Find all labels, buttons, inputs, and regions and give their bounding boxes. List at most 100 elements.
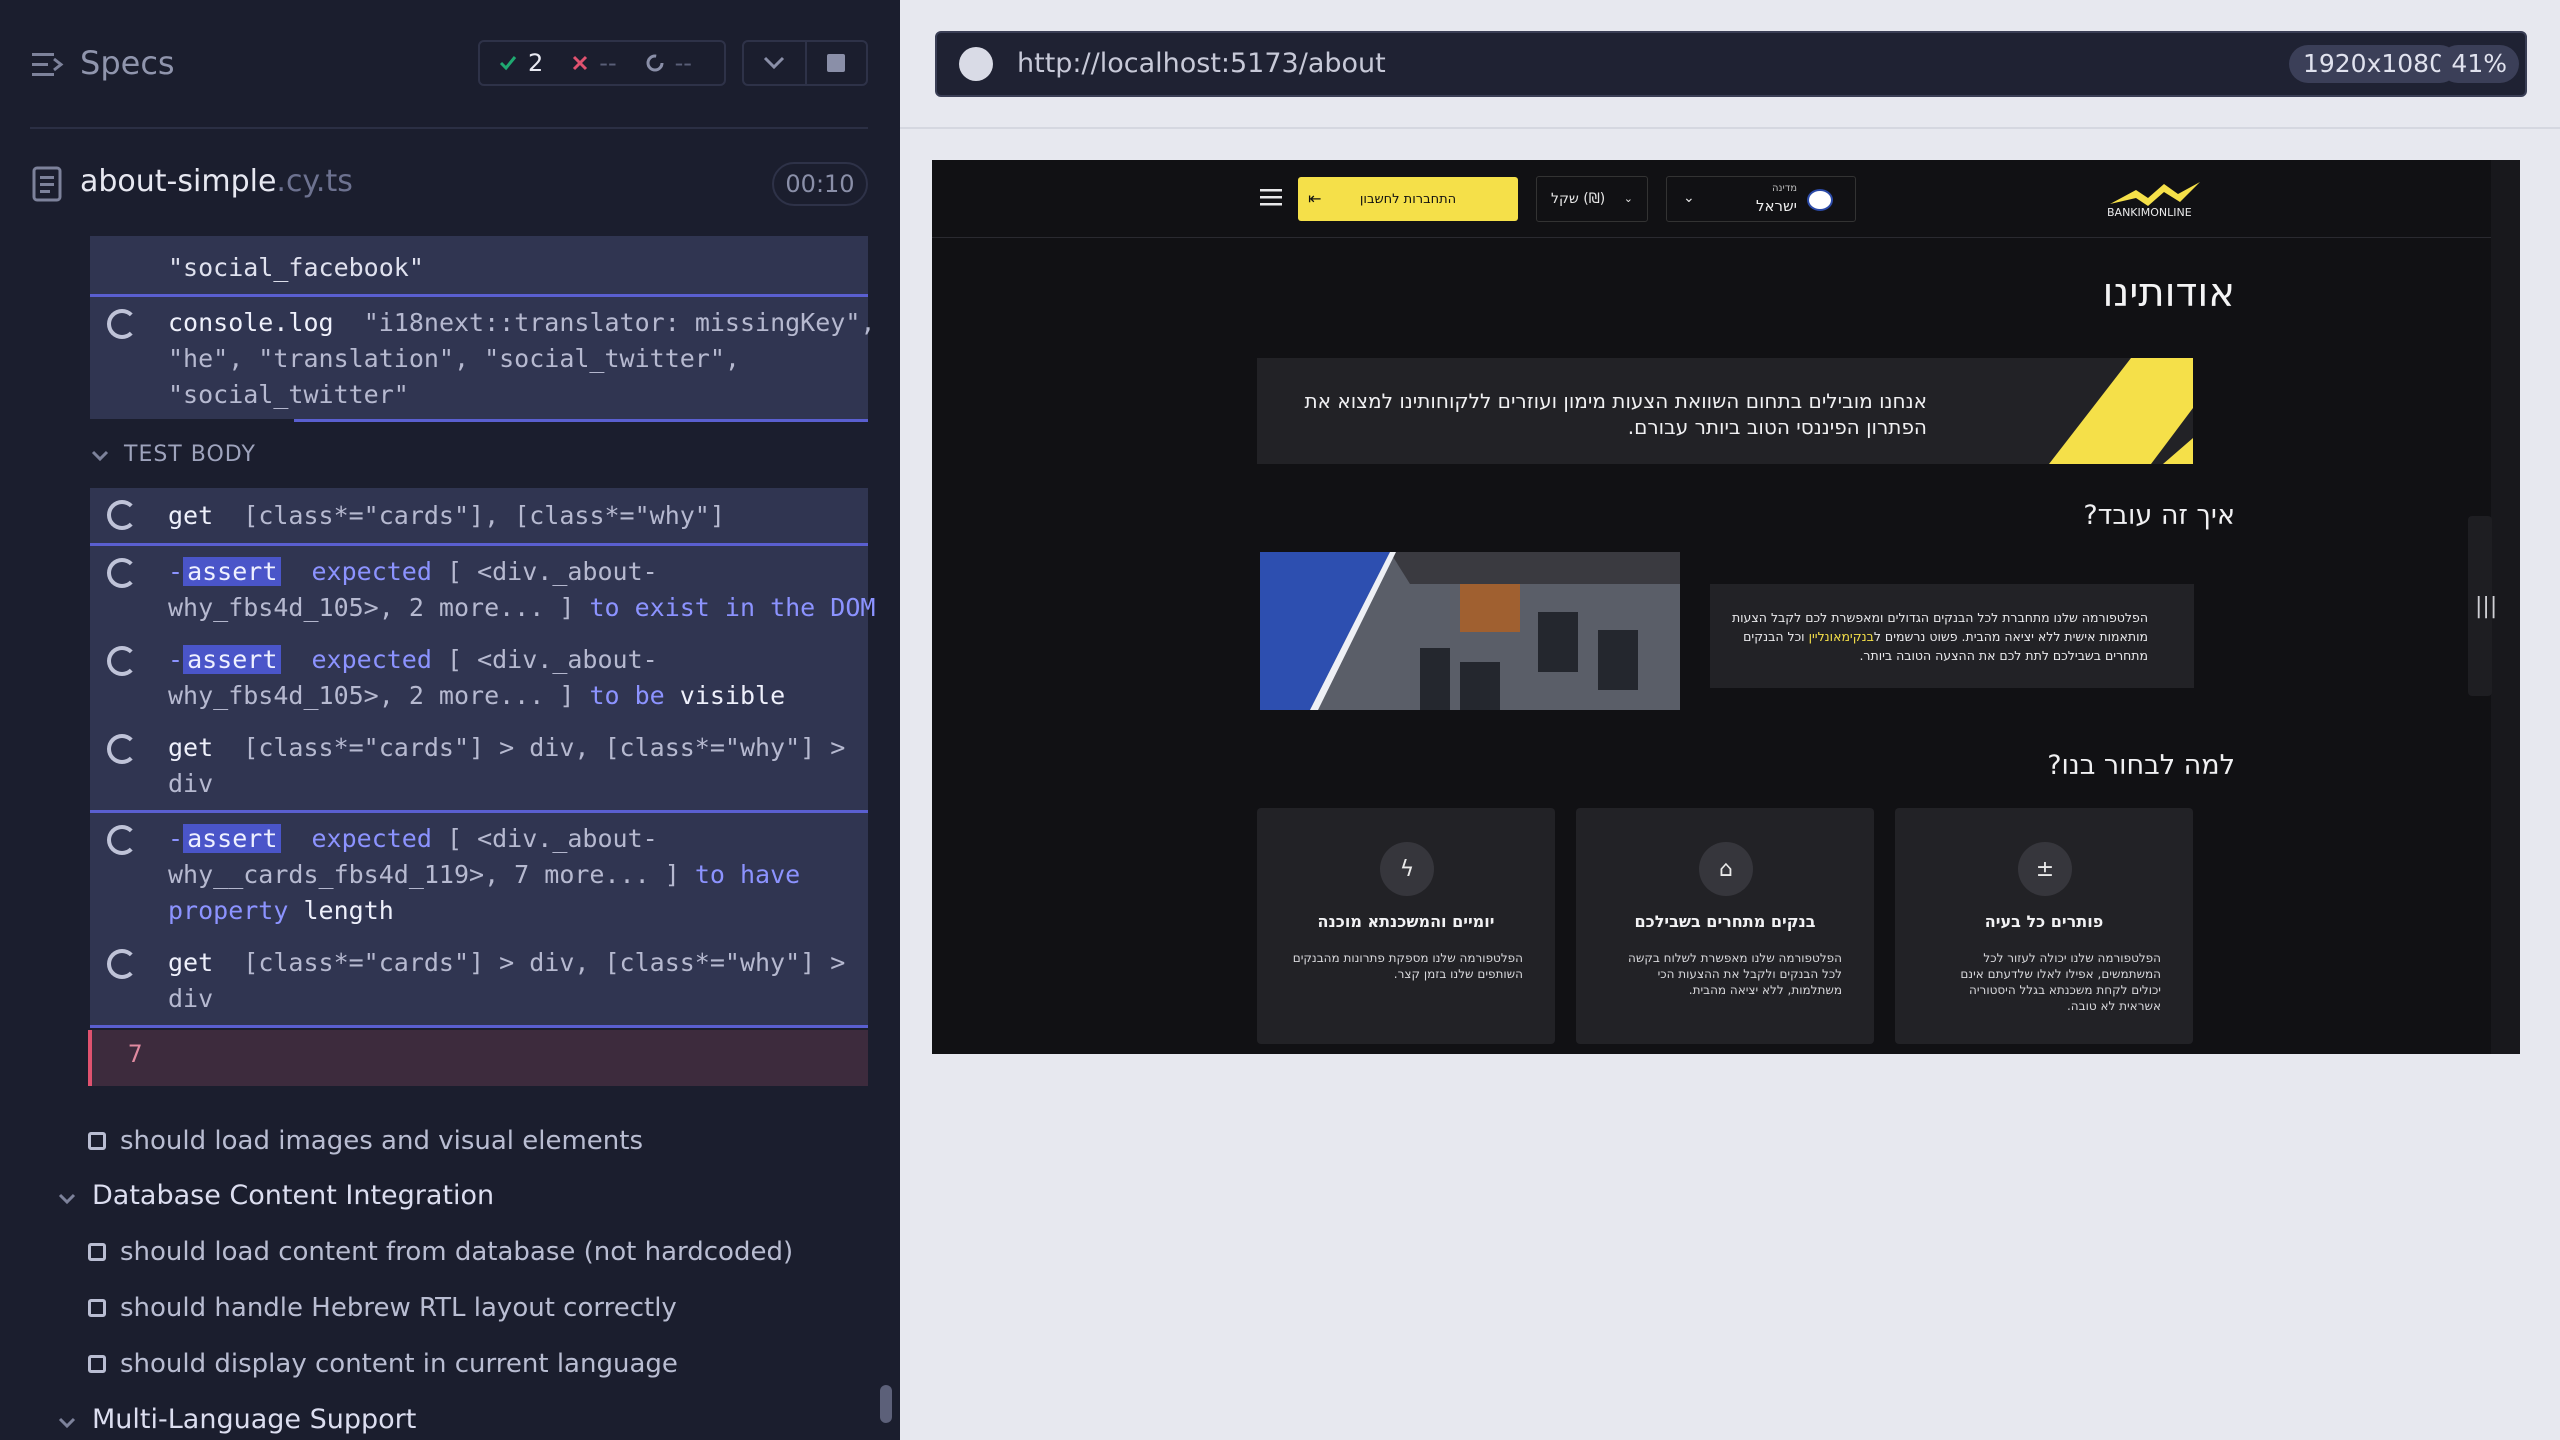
login-button[interactable]: ⇤ התחברות לחשבון xyxy=(1298,177,1518,221)
why-card-title: בנקים מתחרים בשבילכם xyxy=(1634,912,1816,931)
specs-title[interactable]: Specs xyxy=(80,44,175,82)
stat-passed: 2 xyxy=(498,49,543,77)
url-divider xyxy=(900,127,2560,129)
country-select[interactable]: ⌄ מדינה ישראל xyxy=(1666,176,1856,222)
viewport-size-badge[interactable]: 1920x1080 xyxy=(2288,45,2459,83)
chevron-down-icon xyxy=(764,56,785,70)
command-name: get xyxy=(168,733,214,762)
loading-spinner-icon xyxy=(107,734,137,764)
command-row[interactable]: get [class*="cards"] > div, [class*="why… xyxy=(90,937,868,1025)
how-it-works-card: הפלטפורמה שלנו מתחברת לכל הבנקים הגדולים… xyxy=(1710,584,2194,688)
stop-button[interactable] xyxy=(804,42,866,84)
command-separator xyxy=(294,419,868,422)
assert-expected: expected xyxy=(311,645,432,674)
why-choose-us-title: למה לבחור בנו? xyxy=(2047,750,2235,781)
hero-banner: אנחנו מובילים בתחום השוואת הצעות מימון ו… xyxy=(1257,358,2193,464)
test-status-icon xyxy=(88,1243,106,1261)
collapse-button[interactable] xyxy=(744,42,805,84)
command-name: console.log xyxy=(168,308,334,337)
stripe-decoration-icon xyxy=(2049,358,2193,464)
command-row[interactable]: - assert expected [ <div._about- why_fbs4… xyxy=(90,546,875,634)
test-body-label[interactable]: TEST BODY xyxy=(124,442,256,467)
suite-label: Multi-Language Support xyxy=(92,1404,417,1435)
why-card-title: יומיים והמשכנתא מוכנה xyxy=(1317,912,1495,931)
assert-prefix: - xyxy=(168,645,184,674)
failed-count: -- xyxy=(599,49,617,77)
reporter-scrollbar[interactable] xyxy=(880,1385,892,1423)
command-row[interactable]: console.log "i18next::translator: missin… xyxy=(90,297,875,419)
command-row[interactable]: get [class*="cards"] > div, [class*="why… xyxy=(90,722,868,810)
command-text: get [class*="cards"], [class*="why"] xyxy=(168,498,858,534)
lightning-icon: ϟ xyxy=(1380,842,1434,896)
why-card-desc: הפלטפורמה שלנו יכולה לעזור לכל המשתמשים,… xyxy=(1960,951,2161,1013)
spec-file-row[interactable]: about-simple.cy.ts 00:10 xyxy=(0,160,900,210)
assert-badge: assert xyxy=(183,557,282,586)
command-message: [class*="cards"] > div, [class*="why"] >… xyxy=(168,948,846,1013)
login-label: התחברות לחשבון xyxy=(1359,191,1457,207)
test-stats: 2 -- -- xyxy=(478,40,726,86)
error-value-row[interactable]: 7 xyxy=(88,1030,868,1086)
assert-expected: expected xyxy=(311,824,432,853)
loading-spinner-icon xyxy=(107,825,137,855)
spec-duration: 00:10 xyxy=(772,162,868,206)
globe-icon xyxy=(959,47,993,81)
why-card: ⌂ בנקים מתחרים בשבילכם הפלטפורמה שלנו מא… xyxy=(1576,808,1874,1044)
chevron-down-icon: ⌄ xyxy=(1683,190,1695,206)
spec-extension: .cy.ts xyxy=(276,164,353,199)
stat-failed: -- xyxy=(571,49,617,77)
command-text: get [class*="cards"] > div, [class*="why… xyxy=(168,730,858,802)
assert-badge: assert xyxy=(183,645,282,674)
test-status-icon xyxy=(88,1299,106,1317)
login-icon: ⇤ xyxy=(1308,189,1322,208)
country-caption: מדינה xyxy=(1771,183,1797,194)
command-text: console.log "i18next::translator: missin… xyxy=(168,305,875,413)
reporter-header: Specs 2 -- -- xyxy=(0,0,900,130)
currency-select[interactable]: שקל (₪) ⌄ xyxy=(1536,176,1648,222)
how-text-highlight[interactable]: בנקימאונליין xyxy=(1809,629,1874,644)
assert-value: visible xyxy=(679,681,786,710)
command-row[interactable]: "social_facebook" xyxy=(90,236,868,296)
command-log: "social_facebook" console.log "i18next::… xyxy=(0,236,900,1440)
page-title: אודותינו xyxy=(2102,270,2235,316)
chevron-down-icon xyxy=(58,1417,76,1429)
pending-count: -- xyxy=(674,49,692,77)
calculator-icon: ± xyxy=(2018,842,2072,896)
check-icon xyxy=(499,56,517,71)
zoom-badge[interactable]: 41% xyxy=(2439,45,2519,83)
why-card-title: פותרים כל בעיה xyxy=(1984,912,2104,931)
how-it-works-text: הפלטפורמה שלנו מתחברת לכל הבנקים הגדולים… xyxy=(1726,608,2148,665)
chevron-down-icon[interactable] xyxy=(90,446,110,466)
chevron-down-icon: ⌄ xyxy=(1623,192,1633,205)
command-row[interactable]: - assert expected [ <div._about- why__car… xyxy=(90,813,868,937)
test-label: should load images and visual elements xyxy=(120,1126,644,1156)
currency-value: שקל (₪) xyxy=(1551,191,1606,207)
file-icon xyxy=(32,166,62,202)
building-illustration xyxy=(1260,552,1680,710)
brand-name: BANKIMONLINE xyxy=(2107,206,2192,219)
hero-text: אנחנו מובילים בתחום השוואת הצעות מימון ו… xyxy=(1304,389,1927,439)
command-text: - assert expected [ <div._about- why__car… xyxy=(168,821,858,929)
loading-spinner-icon xyxy=(107,309,137,339)
passed-count: 2 xyxy=(528,49,544,77)
spec-base-name: about-simple xyxy=(80,164,277,199)
why-card: ϟ יומיים והמשכנתא מוכנה הפלטפורמה שלנו מ… xyxy=(1257,808,1555,1044)
command-row[interactable]: get [class*="cards"], [class*="why"] xyxy=(90,488,868,544)
why-card: ± פותרים כל בעיה הפלטפורמה שלנו יכולה לע… xyxy=(1895,808,2193,1044)
x-icon xyxy=(573,55,588,71)
hamburger-menu-icon[interactable] xyxy=(1260,188,1282,206)
spec-file-name: about-simple.cy.ts xyxy=(80,164,353,199)
assert-badge: assert xyxy=(183,824,282,853)
site-navbar: ⇤ התחברות לחשבון שקל (₪) ⌄ ⌄ מדינה ישראל… xyxy=(932,160,2491,238)
loading-spinner-icon xyxy=(107,500,137,530)
command-row[interactable]: - assert expected [ <div._about- why_fbs4… xyxy=(90,634,868,722)
test-label: should handle Hebrew RTL layout correctl… xyxy=(120,1293,677,1323)
assert-prefix: - xyxy=(168,557,184,586)
run-controls xyxy=(742,40,868,86)
specs-list-icon[interactable] xyxy=(30,48,64,82)
test-label: should load content from database (not h… xyxy=(120,1237,794,1267)
why-card-desc: הפלטפורמה שלנו מאפשרת לשלוח בקשה לכל הבנ… xyxy=(1628,951,1842,997)
site-viewport: ⇤ התחברות לחשבון שקל (₪) ⌄ ⌄ מדינה ישראל… xyxy=(932,160,2520,1054)
url-bar[interactable]: http://localhost:5173/about 1920x1080 41… xyxy=(935,31,2527,97)
grip-icon: ||| xyxy=(2475,594,2498,619)
url-text[interactable]: http://localhost:5173/about xyxy=(1017,48,1386,79)
